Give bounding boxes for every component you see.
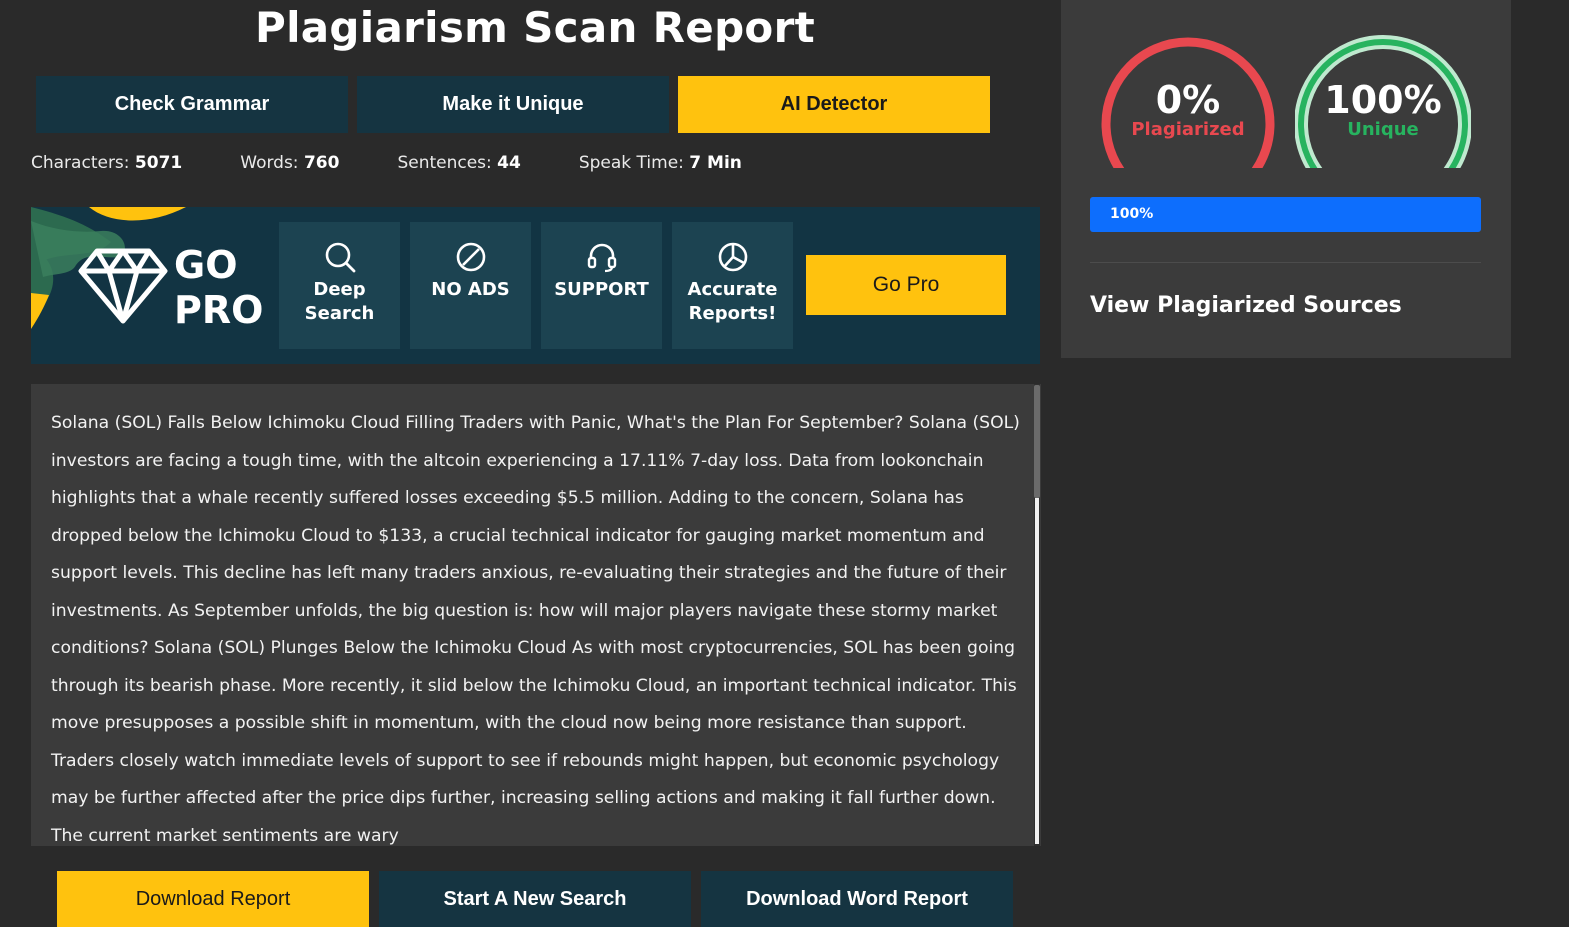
plagiarized-label: Plagiarized bbox=[1131, 119, 1245, 140]
unique-label: Unique bbox=[1347, 119, 1419, 140]
uniqueness-progress-bar: 100% bbox=[1090, 197, 1481, 232]
no-ads-icon bbox=[456, 242, 485, 272]
stat-words-value: 760 bbox=[303, 153, 340, 173]
pie-chart-icon bbox=[718, 242, 747, 272]
new-search-button[interactable]: Start A New Search bbox=[379, 871, 691, 927]
stat-characters-value: 5071 bbox=[134, 153, 183, 173]
go-pro-banner: GO PRO Deep Search NO ADS SUPPORT Accura… bbox=[31, 207, 1040, 364]
divider bbox=[1090, 262, 1481, 263]
stat-words: Words: 760 bbox=[240, 153, 340, 173]
ai-detector-button[interactable]: AI Detector bbox=[678, 76, 990, 133]
tool-buttons: Check Grammar Make it Unique AI Detector bbox=[36, 76, 990, 133]
unique-percent: 100% bbox=[1324, 78, 1442, 122]
search-icon bbox=[325, 242, 355, 273]
document-text: Solana (SOL) Falls Below Ichimoku Cloud … bbox=[51, 413, 1020, 846]
feature-support: SUPPORT bbox=[541, 222, 662, 349]
document-text-area[interactable]: Solana (SOL) Falls Below Ichimoku Cloud … bbox=[31, 384, 1041, 846]
report-actions: Download Report Start A New Search Downl… bbox=[57, 871, 1013, 927]
plagiarized-gauge: 0% Plagiarized bbox=[1100, 32, 1276, 168]
stat-characters: Characters: 5071 bbox=[31, 153, 183, 173]
page-title: Plagiarism Scan Report bbox=[255, 3, 815, 52]
download-word-report-button[interactable]: Download Word Report bbox=[701, 871, 1013, 927]
download-report-button[interactable]: Download Report bbox=[57, 871, 369, 927]
result-panel: 0% Plagiarized 100% Unique 100% View Pla… bbox=[1061, 0, 1511, 358]
text-scrollbar[interactable] bbox=[1034, 384, 1040, 846]
go-pro-title: GO PRO bbox=[174, 243, 264, 332]
stat-sentences: Sentences: 44 bbox=[397, 153, 521, 173]
stat-speak-time: Speak Time: 7 Min bbox=[578, 153, 742, 173]
scrollbar-track bbox=[1035, 498, 1039, 844]
feature-accurate-reports: Accurate Reports! bbox=[672, 222, 793, 349]
stat-sentences-value: 44 bbox=[497, 153, 521, 173]
check-grammar-button[interactable]: Check Grammar bbox=[36, 76, 348, 133]
feature-no-ads: NO ADS bbox=[410, 222, 531, 349]
progress-text: 100% bbox=[1110, 206, 1154, 222]
make-it-unique-button[interactable]: Make it Unique bbox=[357, 76, 669, 133]
stat-speak-time-value: 7 Min bbox=[689, 153, 742, 173]
go-pro-button[interactable]: Go Pro bbox=[806, 255, 1006, 315]
scrollbar-thumb[interactable] bbox=[1034, 385, 1040, 498]
headset-icon bbox=[587, 243, 616, 273]
feature-deep-search: Deep Search bbox=[279, 222, 400, 349]
plagiarized-percent: 0% bbox=[1155, 78, 1221, 122]
unique-gauge: 100% Unique bbox=[1295, 32, 1471, 168]
view-plagiarized-sources-link[interactable]: View Plagiarized Sources bbox=[1090, 293, 1402, 318]
document-stats: Characters: 5071 Words: 760 Sentences: 4… bbox=[31, 150, 800, 176]
